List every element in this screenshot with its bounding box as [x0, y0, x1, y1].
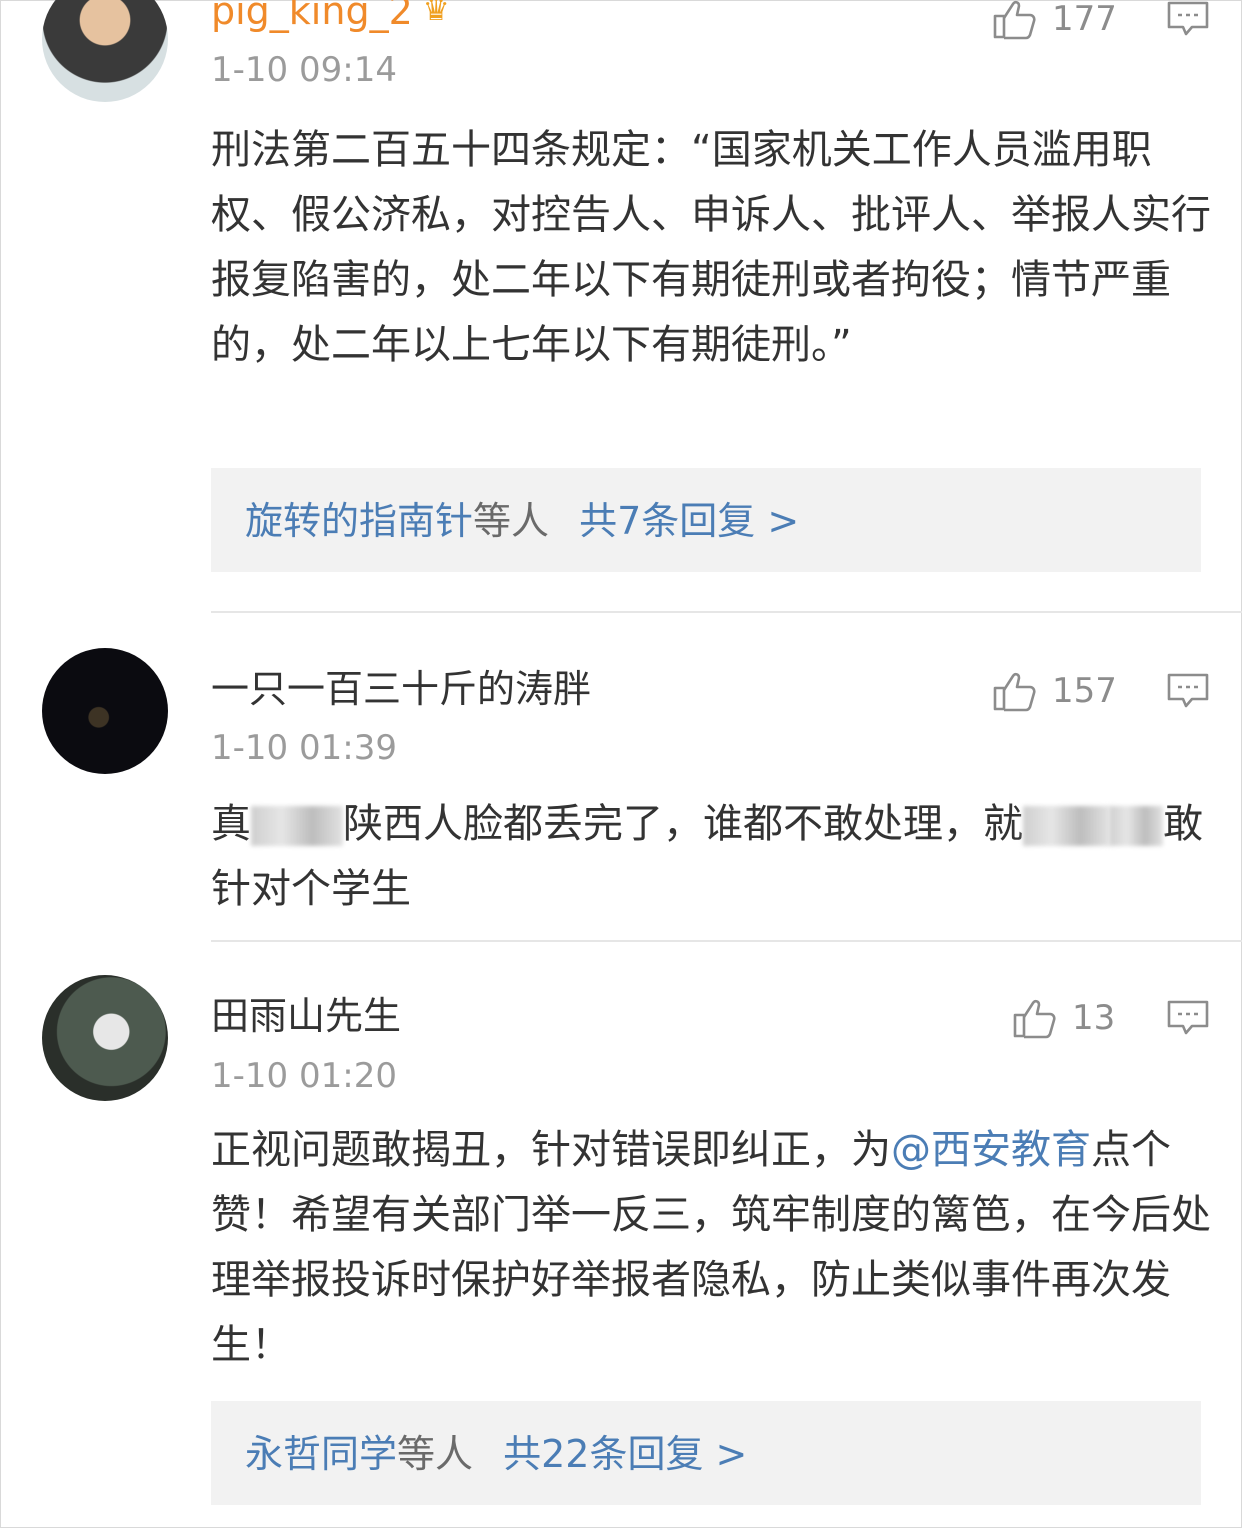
like-count: 157 — [1052, 671, 1117, 711]
thumbs-up-icon — [993, 0, 1036, 40]
username[interactable]: pig_king_2 ♛ — [211, 0, 450, 34]
blurred-text — [251, 806, 343, 846]
comment-text: 正视问题敢揭丑，针对错误即纠正，为@西安教育点个赞！希望有关部门举一反三，筑牢制… — [211, 1118, 1211, 1378]
username[interactable]: 田雨山先生 — [211, 993, 401, 1039]
blurred-text — [1023, 806, 1109, 846]
like-count: 177 — [1052, 0, 1117, 39]
comment-text-part: 正视问题敢揭丑，针对错误即纠正，为 — [211, 1127, 891, 1173]
reply-count-link[interactable]: 共7条回复 > — [579, 499, 799, 543]
username-text: pig_king_2 — [211, 0, 413, 33]
comment-icon — [1167, 673, 1209, 708]
reply-button[interactable] — [1166, 0, 1210, 40]
reply-suffix: 等人 — [397, 1432, 474, 1476]
crown-badge-icon: ♛ — [422, 0, 450, 28]
like-button[interactable]: 177 — [992, 0, 1117, 40]
reply-button[interactable] — [1166, 999, 1210, 1039]
username[interactable]: 一只一百三十斤的涛胖 — [211, 666, 591, 712]
reply-names[interactable]: 永哲同学 — [245, 1432, 397, 1476]
comment-timestamp: 1-10 09:14 — [211, 50, 397, 90]
comment-text: 刑法第二百五十四条规定：“国家机关工作人员滥用职权、假公济私，对控告人、申诉人、… — [211, 127, 1211, 368]
reply-count-link[interactable]: 共22条回复 > — [503, 1432, 747, 1476]
like-button[interactable]: 157 — [992, 670, 1117, 712]
reply-button[interactable] — [1166, 672, 1210, 712]
thumbs-up-icon — [993, 672, 1036, 712]
comment-timestamp: 1-10 01:39 — [211, 728, 397, 768]
avatar[interactable] — [42, 648, 168, 774]
comment-text-part: 真 — [211, 801, 251, 847]
divider — [211, 940, 1242, 942]
like-button[interactable]: 13 — [1012, 997, 1115, 1039]
like-count: 13 — [1072, 998, 1116, 1038]
mention-link[interactable]: @西安教育 — [891, 1127, 1091, 1173]
comment-text: 真陕西人脸都丢完了，谁都不敢处理，就 敢针对个学生 — [211, 792, 1211, 922]
reply-suffix: 等人 — [473, 499, 550, 543]
reply-summary[interactable]: 旋转的指南针等人 共7条回复 > — [211, 468, 1201, 572]
avatar[interactable] — [42, 975, 168, 1101]
blurred-text — [1109, 806, 1163, 846]
comment-icon — [1167, 1, 1209, 36]
reply-summary[interactable]: 永哲同学等人 共22条回复 > — [211, 1401, 1201, 1505]
divider — [211, 611, 1242, 613]
comment-timestamp: 1-10 01:20 — [211, 1056, 397, 1096]
reply-names[interactable]: 旋转的指南针 — [245, 499, 473, 543]
comment-text-part: 陕西人脸都丢完了，谁都不敢处理，就 — [343, 801, 1023, 847]
comment-icon — [1167, 1000, 1209, 1035]
thumbs-up-icon — [1013, 999, 1056, 1039]
